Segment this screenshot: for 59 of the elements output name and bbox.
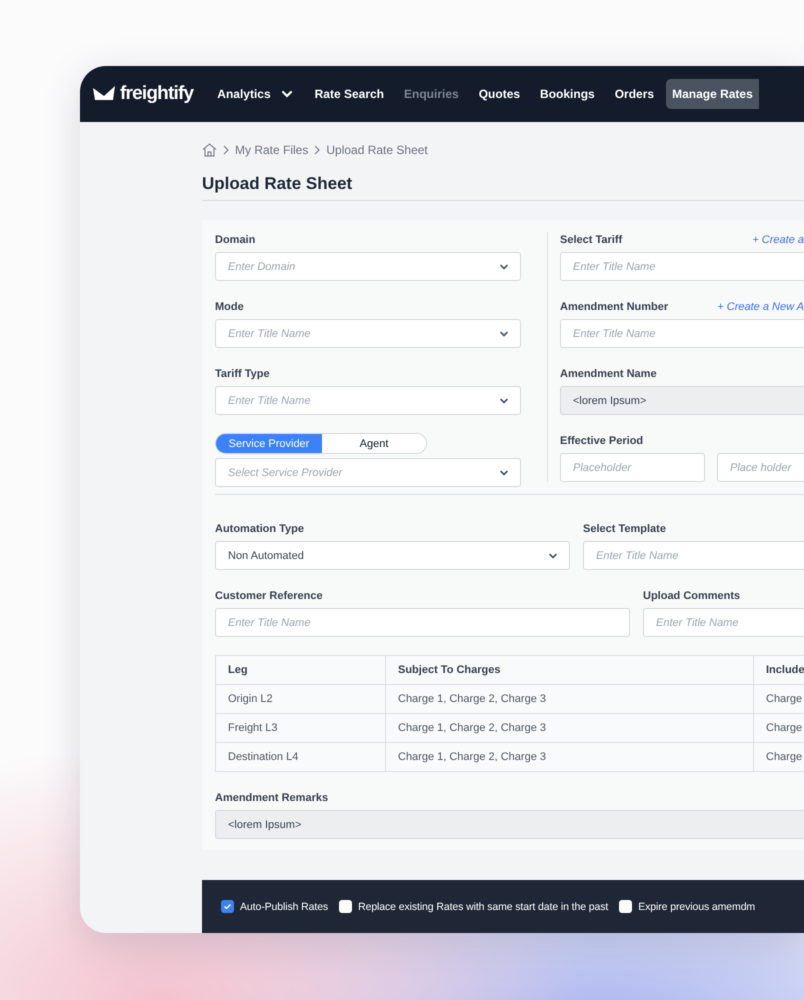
checkbox[interactable] bbox=[619, 900, 632, 913]
date-field[interactable]: Place holder bbox=[717, 453, 804, 482]
field-label: Automation Type bbox=[215, 522, 306, 537]
logo-icon bbox=[93, 86, 117, 102]
field-label: Select Tariff bbox=[560, 233, 622, 248]
column-header: Subject To Charges bbox=[386, 656, 754, 684]
checkmark-icon bbox=[223, 902, 232, 911]
date-field[interactable]: Placeholder bbox=[560, 453, 705, 482]
table-cell: Destination L4 bbox=[216, 742, 386, 772]
field-label: Amendment Remarks bbox=[215, 791, 330, 806]
logo-text: freightify bbox=[120, 83, 194, 105]
table-cell: Charge 1, Charge 2, Charge 3 bbox=[386, 714, 754, 742]
breadcrumb-link[interactable]: Upload Rate Sheet bbox=[326, 143, 428, 157]
chevron-right-icon bbox=[223, 145, 229, 155]
input-field[interactable]: Enter Title Name bbox=[643, 608, 804, 637]
input-field[interactable]: Enter Title Name bbox=[560, 252, 804, 281]
select-field[interactable]: Enter Title Name bbox=[215, 319, 521, 348]
home-icon[interactable] bbox=[202, 143, 217, 157]
checkbox-label: Auto-Publish Rates bbox=[240, 900, 328, 912]
nav-item[interactable]: Manage Rates bbox=[666, 79, 759, 109]
nav-item[interactable]: Bookings bbox=[530, 79, 605, 109]
create-link[interactable]: + Create a New A bbox=[717, 301, 804, 313]
checkbox[interactable] bbox=[339, 900, 352, 913]
create-link[interactable]: + Create a bbox=[752, 234, 804, 246]
column-header: Include bbox=[754, 656, 804, 684]
select-field[interactable]: Non Automated bbox=[215, 541, 570, 570]
column-header: Leg bbox=[216, 656, 386, 684]
table-cell: Origin L2 bbox=[216, 684, 386, 714]
page-title: Upload Rate Sheet bbox=[202, 174, 804, 201]
table-cell: Charge 1, Charge 2, Charge 3 bbox=[386, 684, 754, 714]
field-label: Mode bbox=[215, 300, 245, 315]
nav-item[interactable]: Quotes bbox=[468, 79, 530, 109]
input-field[interactable]: Enter Title Name bbox=[560, 319, 804, 348]
field-label: Tariff Type bbox=[215, 367, 271, 382]
nav-item[interactable]: Analytics bbox=[207, 78, 305, 110]
table-cell: Charge 1, Charge 2, Charge 3 bbox=[386, 742, 754, 772]
field-label: Select Template bbox=[583, 522, 667, 537]
breadcrumb-link[interactable]: My Rate Files bbox=[235, 143, 308, 157]
field-label: Amendment Number bbox=[560, 300, 668, 315]
toggle-option[interactable]: Service Provider bbox=[216, 434, 322, 453]
field-label: Upload Comments bbox=[643, 589, 742, 604]
select-field[interactable]: Select Service Provider bbox=[215, 458, 521, 487]
checkbox-label: Expire previous amemdm bbox=[638, 900, 756, 912]
readonly-field: <lorem Ipsum> bbox=[560, 386, 804, 415]
nav-item[interactable]: Rate Search bbox=[304, 79, 394, 109]
chevron-right-icon bbox=[314, 145, 320, 155]
field-label: Amendment Name bbox=[560, 367, 657, 382]
readonly-field: <lorem Ipsum> bbox=[215, 810, 804, 839]
checkbox-label: Replace existing Rates with same start date in the past bbox=[358, 900, 608, 912]
select-field[interactable]: Enter Title Name bbox=[215, 386, 521, 415]
field-label: Domain bbox=[215, 233, 256, 248]
input-field[interactable]: Enter Title Name bbox=[583, 541, 804, 570]
input-field[interactable]: Enter Title Name bbox=[215, 608, 630, 637]
nav-item[interactable]: Orders bbox=[604, 79, 664, 109]
select-field[interactable]: Enter Domain bbox=[215, 252, 521, 281]
checkbox[interactable] bbox=[221, 900, 234, 913]
table-cell: Freight L3 bbox=[216, 714, 386, 742]
field-label: Effective Period bbox=[560, 434, 644, 449]
field-label: Customer Reference bbox=[215, 589, 324, 604]
